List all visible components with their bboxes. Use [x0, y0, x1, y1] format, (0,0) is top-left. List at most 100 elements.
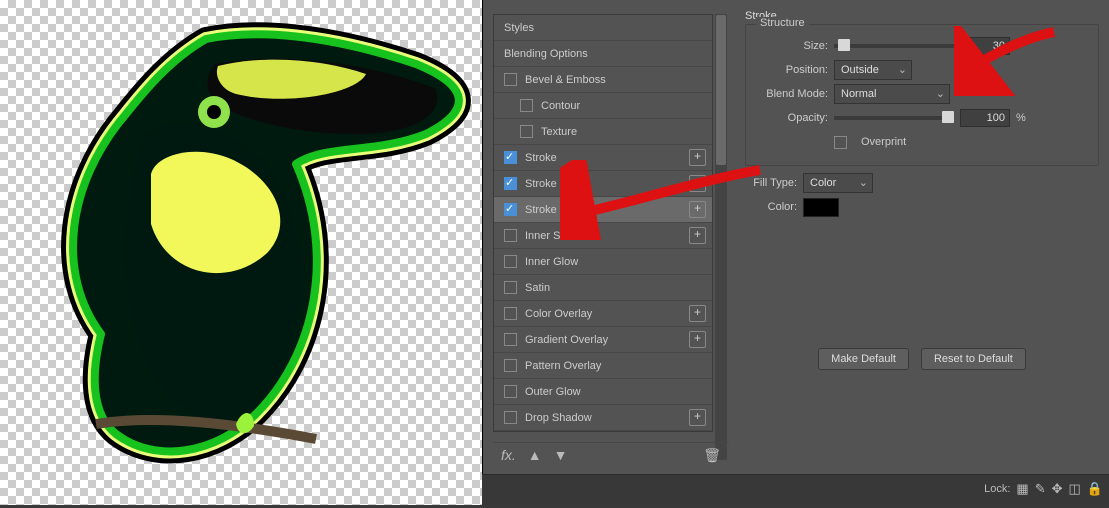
- style-row-outer-glow-12[interactable]: Outer Glow: [494, 379, 712, 405]
- style-checkbox[interactable]: [504, 229, 517, 242]
- style-checkbox[interactable]: [504, 333, 517, 346]
- style-label: Texture: [541, 126, 577, 138]
- style-label: Color Overlay: [525, 308, 592, 320]
- lock-brush-icon[interactable]: ✎: [1035, 481, 1046, 497]
- style-label: Contour: [541, 100, 580, 112]
- size-row: Size: 30: [758, 35, 1086, 57]
- style-row-satin-8[interactable]: Satin: [494, 275, 712, 301]
- style-label: Inner Glow: [525, 256, 578, 268]
- trash-icon[interactable]: 🗑: [703, 447, 721, 464]
- color-label: Color:: [745, 201, 797, 213]
- style-row-texture-2[interactable]: Texture: [494, 119, 712, 145]
- lock-artboard-icon[interactable]: ◫: [1069, 481, 1081, 497]
- fx-menu-label[interactable]: fx.: [501, 447, 516, 463]
- opacity-slider[interactable]: [834, 116, 954, 120]
- style-row-inner-shadow-6[interactable]: Inner Shadow +: [494, 223, 712, 249]
- filltype-select[interactable]: Color: [803, 173, 873, 193]
- lock-label: Lock:: [984, 483, 1010, 495]
- overprint-row: Overprint: [758, 131, 1086, 153]
- overprint-checkbox[interactable]: [834, 136, 847, 149]
- color-row: Color:: [745, 196, 1099, 218]
- style-row-stroke-5[interactable]: Stroke +: [494, 197, 712, 223]
- stroke-options: Stroke Structure Size: 30 Position: Outs…: [745, 6, 1099, 370]
- structure-legend: Structure: [756, 17, 809, 29]
- blending-options-label: Blending Options: [504, 48, 588, 60]
- position-label: Position:: [758, 64, 828, 76]
- size-label: Size:: [758, 40, 828, 52]
- style-row-drop-shadow-13[interactable]: Drop Shadow+: [494, 405, 712, 431]
- size-slider[interactable]: [834, 44, 954, 48]
- style-checkbox[interactable]: [504, 255, 517, 268]
- style-row-inner-glow-7[interactable]: Inner Glow: [494, 249, 712, 275]
- filltype-value: Color: [810, 177, 836, 189]
- add-effect-icon[interactable]: +: [689, 409, 706, 426]
- reset-default-button[interactable]: Reset to Default: [921, 348, 1026, 370]
- add-effect-icon[interactable]: +: [689, 331, 706, 348]
- style-checkbox[interactable]: [504, 281, 517, 294]
- size-input[interactable]: 30: [960, 37, 1010, 55]
- styles-scrollthumb[interactable]: [716, 15, 726, 165]
- style-row-pattern-overlay-11[interactable]: Pattern Overlay: [494, 353, 712, 379]
- style-row-gradient-overlay-10[interactable]: Gradient Overlay +: [494, 327, 712, 353]
- style-label: Stroke: [525, 204, 557, 216]
- style-label: Outer Glow: [525, 386, 581, 398]
- style-row-stroke-3[interactable]: Stroke +: [494, 145, 712, 171]
- styles-column: Styles Blending Options Bevel & Emboss Co…: [493, 14, 713, 432]
- style-label: Pattern Overlay: [525, 360, 601, 372]
- add-effect-icon[interactable]: +: [689, 201, 706, 218]
- blendmode-select[interactable]: Normal: [834, 84, 950, 104]
- style-label: Gradient Overlay: [525, 334, 608, 346]
- styles-header-label: Styles: [504, 22, 534, 34]
- style-label: Stroke: [525, 178, 557, 190]
- add-effect-icon[interactable]: +: [689, 149, 706, 166]
- style-row-stroke-4[interactable]: Stroke +: [494, 171, 712, 197]
- structure-group: Structure Size: 30 Position: Outside Ble…: [745, 24, 1099, 166]
- filltype-label: Fill Type:: [745, 177, 797, 189]
- style-label: Inner Shadow: [525, 230, 593, 242]
- styles-header[interactable]: Styles: [494, 15, 712, 41]
- lock-all-icon[interactable]: 🔒: [1087, 481, 1103, 497]
- style-label: Stroke: [525, 152, 557, 164]
- styles-scrollbar[interactable]: [715, 14, 727, 460]
- position-row: Position: Outside: [758, 59, 1086, 81]
- style-row-contour-1[interactable]: Contour: [494, 93, 712, 119]
- color-swatch[interactable]: [803, 198, 839, 217]
- blendmode-value: Normal: [841, 88, 876, 100]
- style-checkbox[interactable]: [520, 125, 533, 138]
- style-checkbox[interactable]: [504, 177, 517, 190]
- style-checkbox[interactable]: [504, 203, 517, 216]
- opacity-label: Opacity:: [758, 112, 828, 124]
- style-checkbox[interactable]: [504, 151, 517, 164]
- make-default-button[interactable]: Make Default: [818, 348, 909, 370]
- blendmode-row: Blend Mode: Normal: [758, 83, 1086, 105]
- opacity-row: Opacity: 100 %: [758, 107, 1086, 129]
- add-effect-icon[interactable]: +: [689, 175, 706, 192]
- position-value: Outside: [841, 64, 879, 76]
- style-row-bevel-emboss-0[interactable]: Bevel & Emboss: [494, 67, 712, 93]
- style-checkbox[interactable]: [520, 99, 533, 112]
- up-icon[interactable]: ▲: [528, 447, 542, 463]
- style-label: Satin: [525, 282, 550, 294]
- down-icon[interactable]: ▼: [554, 447, 568, 463]
- overprint-label: Overprint: [861, 136, 906, 148]
- blending-options-row[interactable]: Blending Options: [494, 41, 712, 67]
- style-label: Bevel & Emboss: [525, 74, 606, 86]
- style-row-color-overlay-9[interactable]: Color Overlay +: [494, 301, 712, 327]
- style-checkbox[interactable]: [504, 73, 517, 86]
- fx-footer: fx. ▲ ▼ 🗑: [493, 442, 729, 467]
- opacity-input[interactable]: 100: [960, 109, 1010, 127]
- add-effect-icon[interactable]: +: [689, 305, 706, 322]
- opacity-unit: %: [1016, 112, 1026, 124]
- style-checkbox[interactable]: [504, 385, 517, 398]
- add-effect-icon[interactable]: +: [689, 227, 706, 244]
- styles-list: Styles Blending Options Bevel & Emboss Co…: [493, 14, 713, 432]
- lock-pixels-icon[interactable]: ▦: [1016, 481, 1028, 497]
- position-select[interactable]: Outside: [834, 60, 912, 80]
- blendmode-label: Blend Mode:: [758, 88, 828, 100]
- style-checkbox[interactable]: [504, 359, 517, 372]
- canvas-area[interactable]: [0, 0, 482, 505]
- filltype-row: Fill Type: Color: [745, 172, 1099, 194]
- style-checkbox[interactable]: [504, 307, 517, 320]
- style-checkbox[interactable]: [504, 411, 517, 424]
- lock-position-icon[interactable]: ✥: [1052, 481, 1063, 497]
